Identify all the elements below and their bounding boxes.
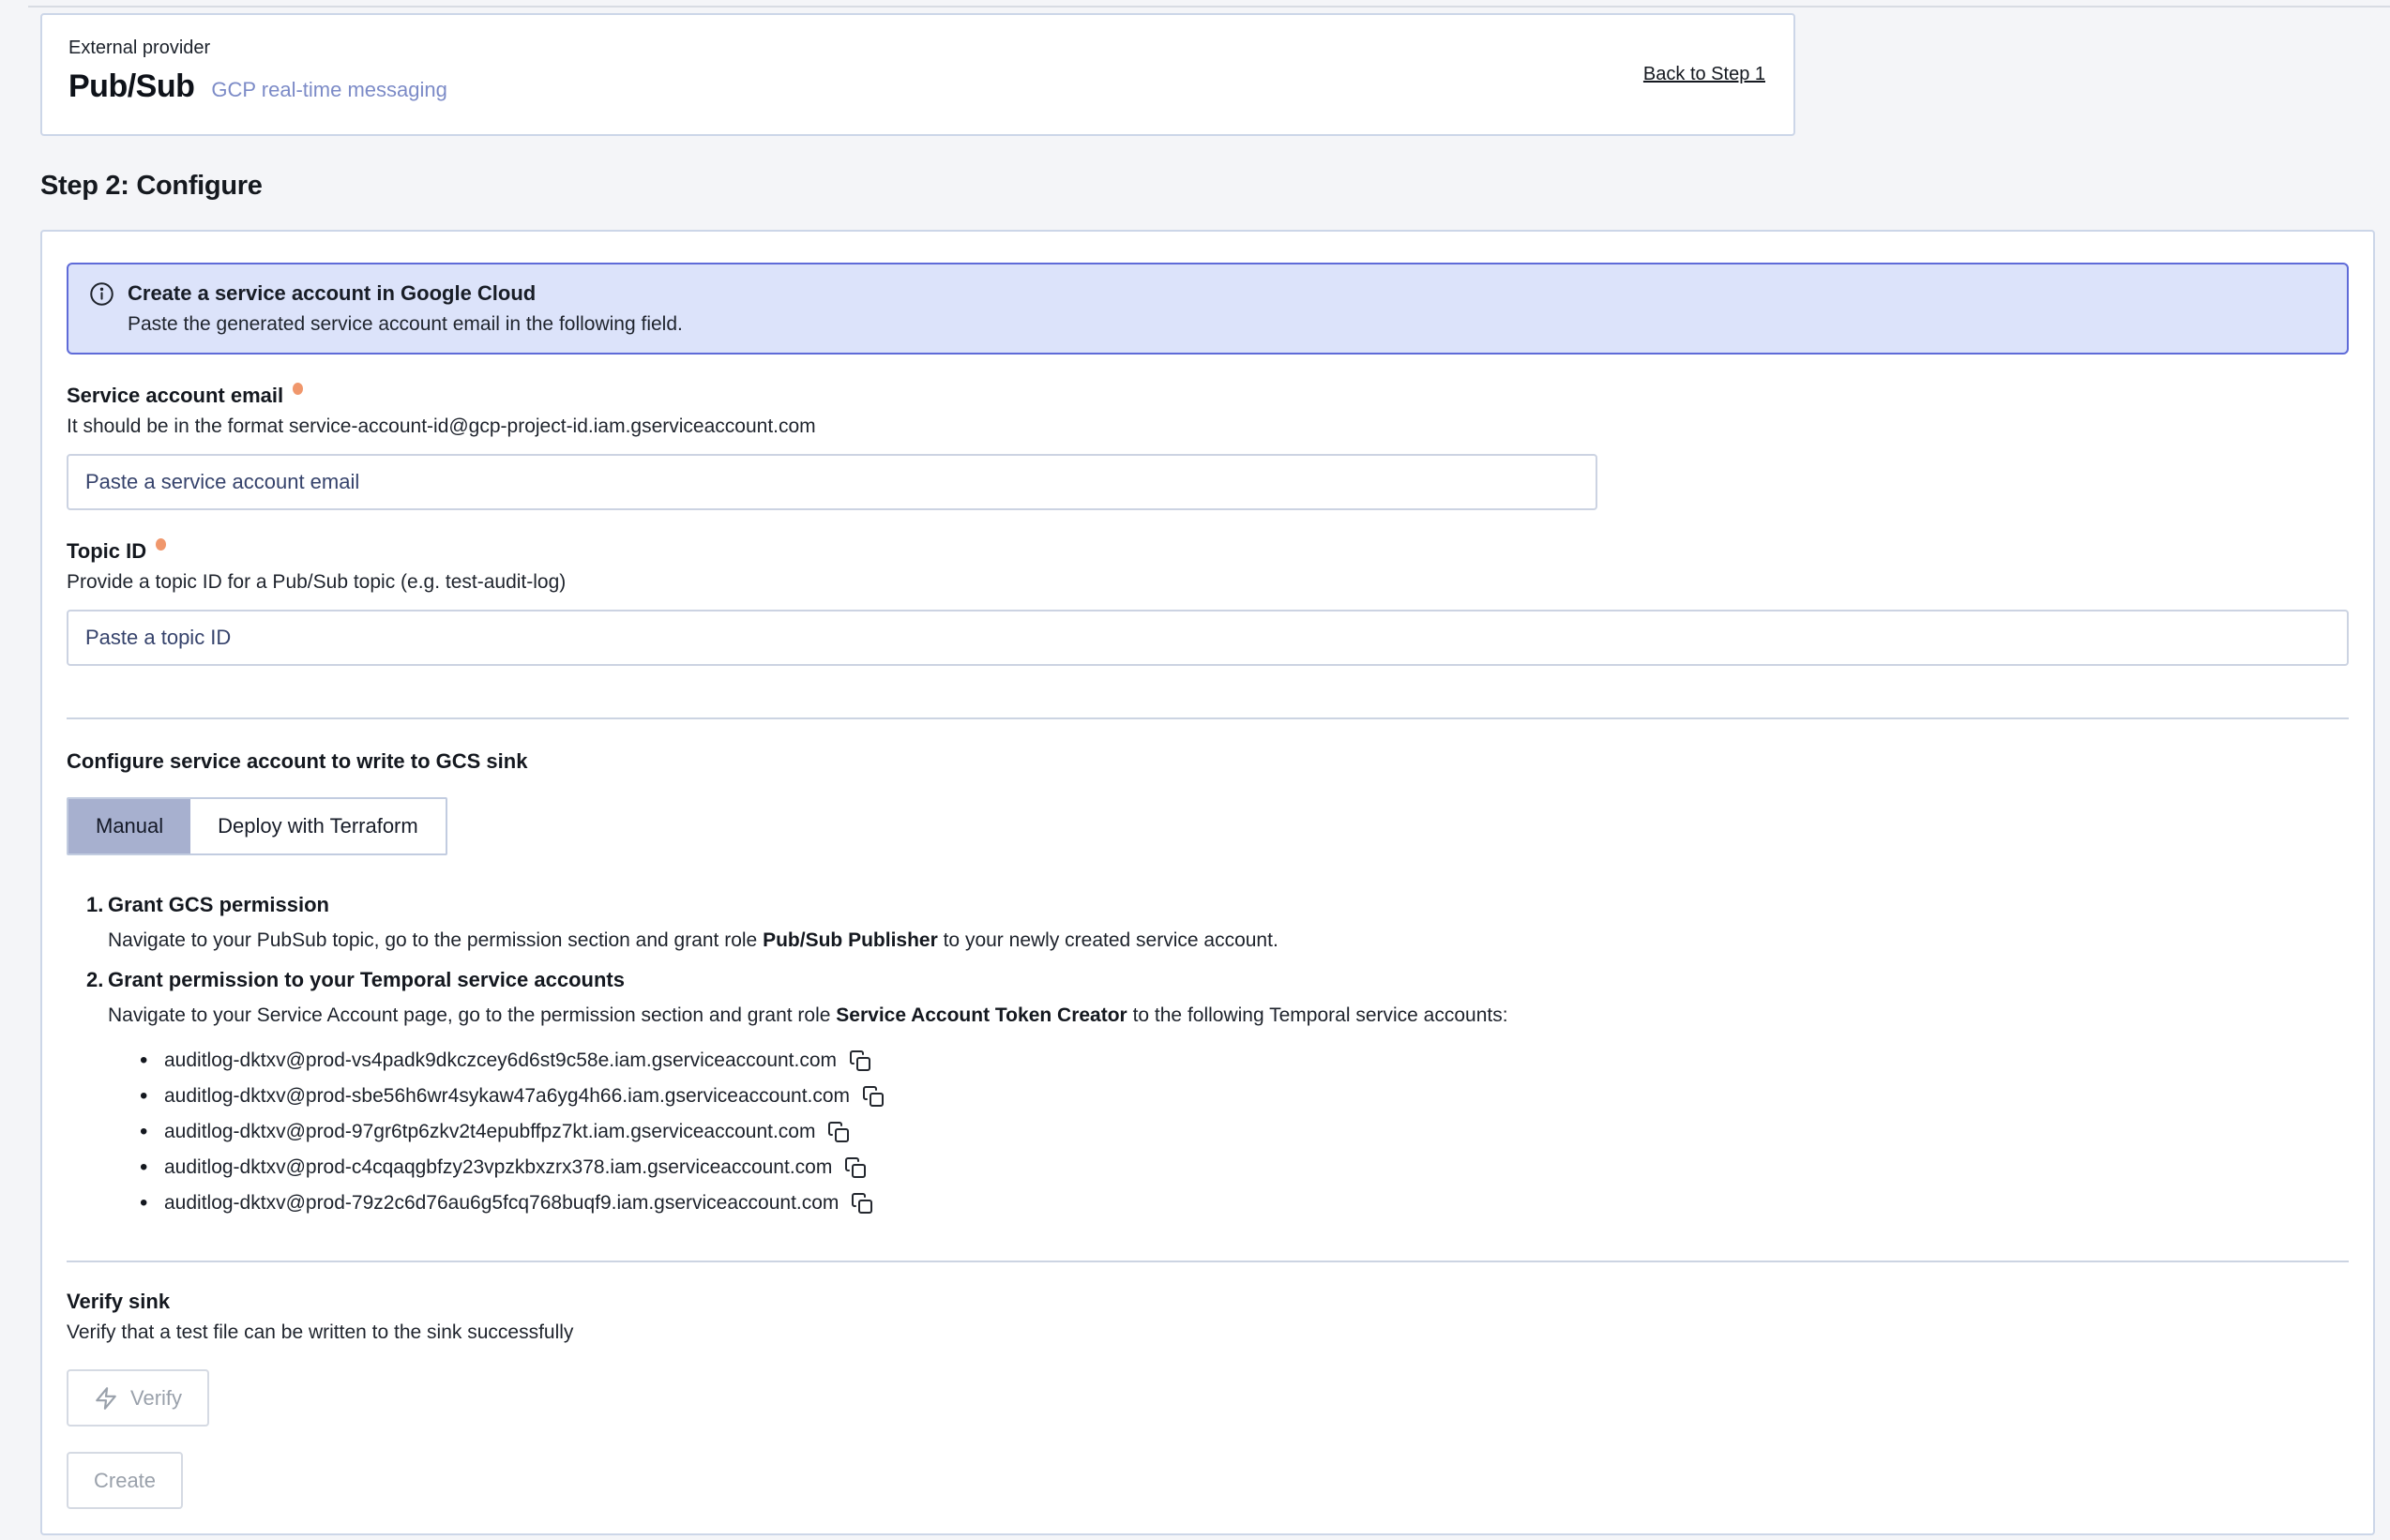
create-button-row: Create (67, 1427, 2349, 1509)
info-banner: Create a service account in Google Cloud… (67, 263, 2349, 355)
tab-deploy-terraform[interactable]: Deploy with Terraform (190, 799, 446, 853)
topic-id-helper: Provide a topic ID for a Pub/Sub topic (… (67, 570, 2349, 595)
configure-card: Create a service account in Google Cloud… (40, 230, 2375, 1535)
service-account-email: auditlog-dktxv@prod-vs4padk9dkczcey6d6st… (164, 1049, 837, 1072)
step-1-instruction: Navigate to your PubSub topic, go to the… (108, 927, 2349, 955)
copy-icon[interactable] (850, 1191, 874, 1215)
step-2-title-text: Grant permission to your Temporal servic… (108, 966, 625, 994)
topic-id-input[interactable] (67, 610, 2349, 666)
step-2-number: 2. (86, 966, 108, 994)
list-item: • auditlog-dktxv@prod-97gr6tp6zkv2t4epub… (140, 1114, 2349, 1150)
list-item: • auditlog-dktxv@prod-vs4padk9dkczcey6d6… (140, 1043, 2349, 1079)
step-2-instruction-prefix: Navigate to your Service Account page, g… (108, 1004, 836, 1026)
lightning-icon (94, 1386, 118, 1411)
service-account-email: auditlog-dktxv@prod-79z2c6d76au6g5fcq768… (164, 1192, 839, 1215)
step-1-instruction-prefix: Navigate to your PubSub topic, go to the… (108, 929, 763, 951)
configure-sink-heading: Configure service account to write to GC… (67, 748, 2349, 775)
copy-icon[interactable] (826, 1120, 851, 1144)
back-to-step1-link[interactable]: Back to Step 1 (1643, 64, 1765, 85)
verify-sink-heading: Verify sink (67, 1289, 2349, 1315)
service-account-email: auditlog-dktxv@prod-c4cqaqgbfzy23vpzkbxz… (164, 1156, 832, 1179)
service-account-list: • auditlog-dktxv@prod-vs4padk9dkczcey6d6… (140, 1043, 2349, 1221)
info-banner-body: Paste the generated service account emai… (128, 312, 683, 337)
manual-steps: 1. Grant GCS permission Navigate to your… (67, 891, 2349, 1221)
verify-button[interactable]: Verify (67, 1369, 209, 1427)
bullet: • (140, 1049, 164, 1072)
bullet: • (140, 1156, 164, 1179)
copy-icon[interactable] (848, 1049, 872, 1073)
bullet: • (140, 1085, 164, 1108)
section-divider (67, 1261, 2349, 1262)
service-account-email-helper: It should be in the format service-accou… (67, 415, 2349, 439)
step-2-instruction-suffix: to the following Temporal service accoun… (1127, 1004, 1508, 1026)
copy-icon[interactable] (861, 1084, 885, 1109)
step-2-role-name: Service Account Token Creator (836, 1004, 1127, 1026)
required-indicator (293, 383, 303, 395)
step-1-number: 1. (86, 891, 108, 919)
verify-sink-helper: Verify that a test file can be written t… (67, 1321, 2349, 1345)
configure-method-tabs: Manual Deploy with Terraform (67, 797, 447, 855)
list-item: • auditlog-dktxv@prod-c4cqaqgbfzy23vpzkb… (140, 1150, 2349, 1185)
step-2-title: 2. Grant permission to your Temporal ser… (86, 966, 2349, 994)
topic-id-label-text: Topic ID (67, 539, 146, 563)
info-icon (89, 281, 114, 307)
verify-button-label: Verify (130, 1386, 182, 1411)
provider-card-label: External provider (68, 36, 1765, 60)
step-2-instruction: Navigate to your Service Account page, g… (108, 1002, 2349, 1030)
list-item: • auditlog-dktxv@prod-79z2c6d76au6g5fcq7… (140, 1185, 2349, 1221)
service-account-email-label-text: Service account email (67, 384, 283, 407)
tab-manual[interactable]: Manual (68, 799, 190, 853)
create-button[interactable]: Create (67, 1452, 183, 1509)
bullet: • (140, 1192, 164, 1215)
top-divider (28, 6, 2390, 8)
provider-name: Pub/Sub (68, 68, 194, 105)
list-item: • auditlog-dktxv@prod-sbe56h6wr4sykaw47a… (140, 1079, 2349, 1114)
required-indicator (156, 538, 166, 551)
service-account-email-label: Service account email (67, 383, 2349, 409)
provider-row: Pub/Sub GCP real-time messaging (68, 68, 1765, 105)
verify-button-row: Verify (67, 1345, 2349, 1427)
info-banner-text: Create a service account in Google Cloud… (128, 280, 683, 337)
service-account-email: auditlog-dktxv@prod-sbe56h6wr4sykaw47a6y… (164, 1085, 850, 1108)
info-banner-title: Create a service account in Google Cloud (128, 280, 683, 307)
service-account-email: auditlog-dktxv@prod-97gr6tp6zkv2t4epubff… (164, 1121, 815, 1143)
bullet: • (140, 1121, 164, 1143)
section-divider (67, 717, 2349, 719)
provider-card: External provider Pub/Sub GCP real-time … (40, 13, 1795, 136)
topic-id-label: Topic ID (67, 538, 2349, 565)
step-1-instruction-suffix: to your newly created service account. (938, 929, 1278, 951)
provider-description: GCP real-time messaging (211, 78, 446, 102)
service-account-email-input[interactable] (67, 454, 1597, 510)
page-title: Step 2: Configure (40, 171, 263, 202)
step-1-title: 1. Grant GCS permission (86, 891, 2349, 919)
create-button-label: Create (94, 1469, 156, 1493)
step-1-title-text: Grant GCS permission (108, 891, 329, 919)
copy-icon[interactable] (843, 1155, 868, 1180)
step-1-role-name: Pub/Sub Publisher (763, 929, 938, 951)
